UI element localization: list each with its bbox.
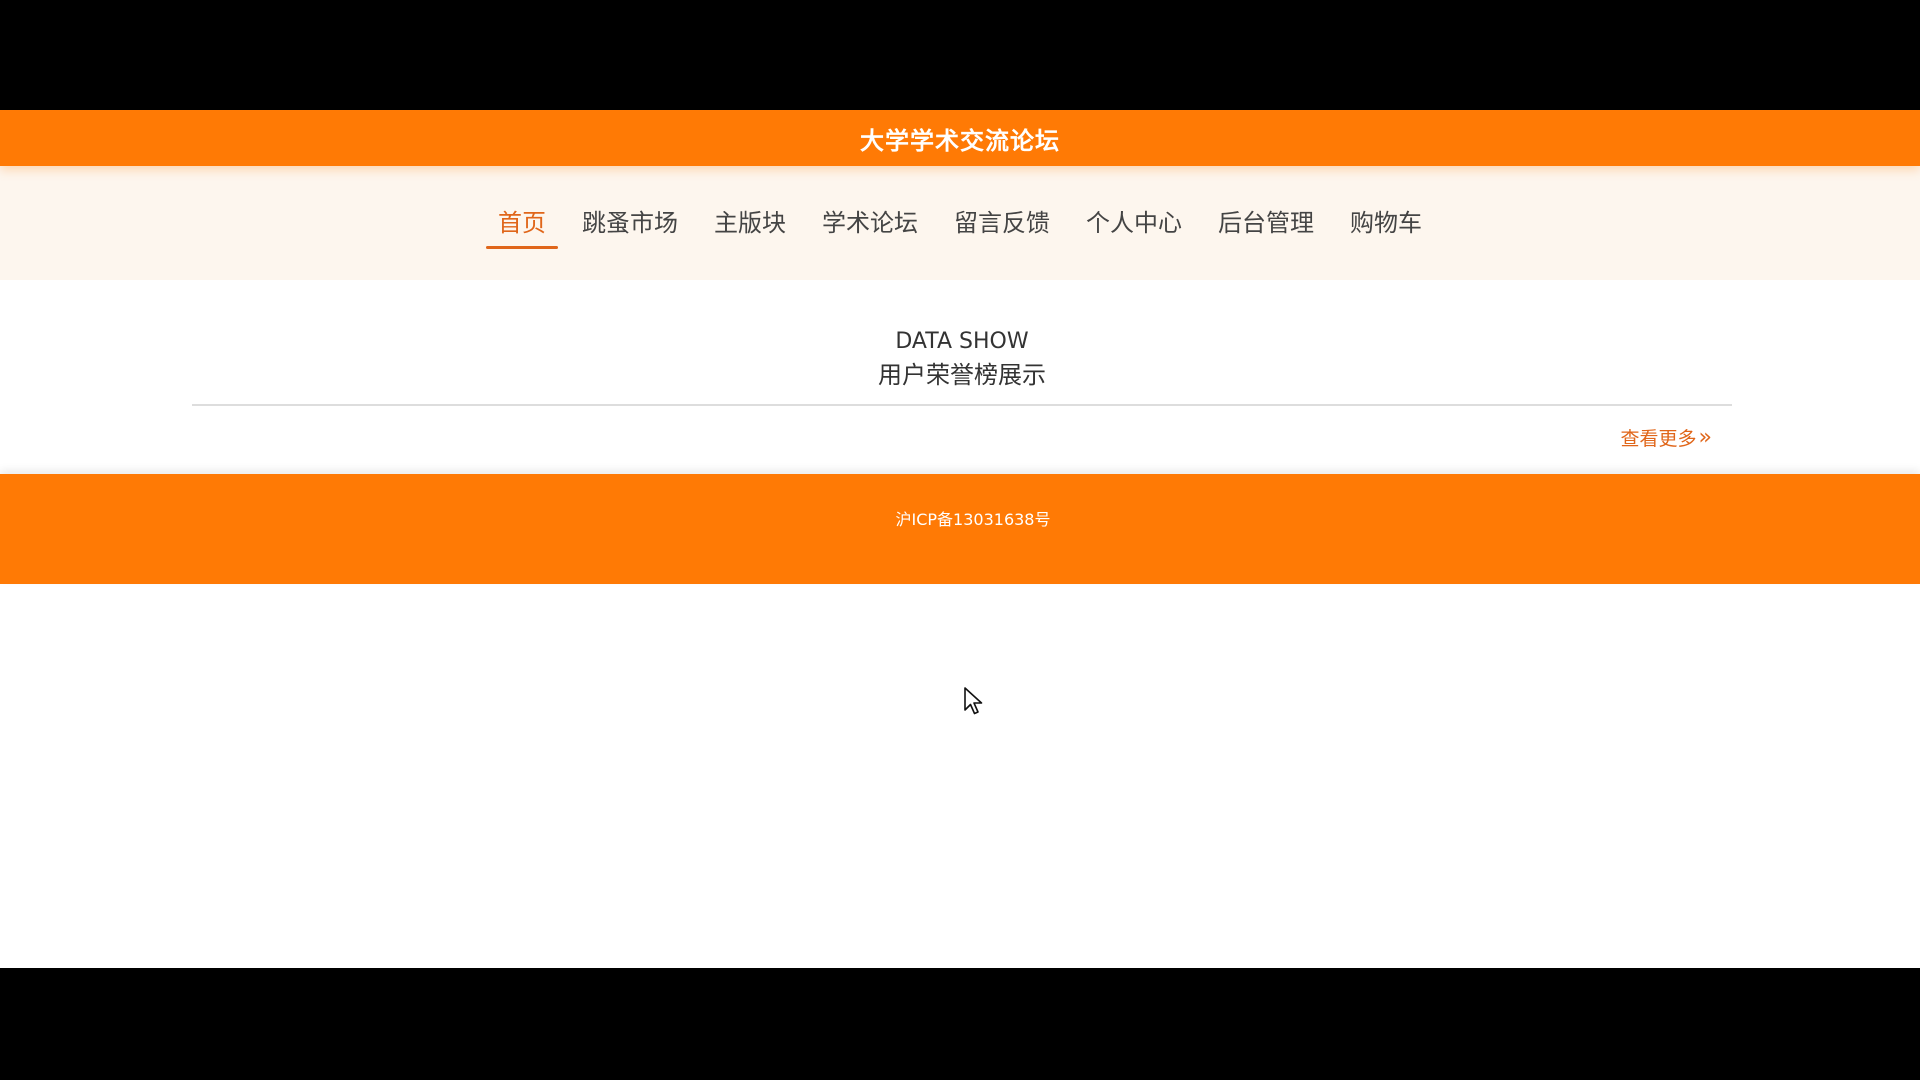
nav-item-label: 首页 [498, 209, 546, 237]
nav-item-feedback[interactable]: 留言反馈 [942, 199, 1062, 247]
section-title-en: DATA SHOW [895, 329, 1029, 354]
site-header: 大学学术交流论坛 [0, 110, 1920, 166]
nav-item-flea-market[interactable]: 跳蚤市场 [570, 199, 690, 247]
view-more-link[interactable]: 查看更多 » [1621, 424, 1712, 451]
nav-item-label: 主版块 [714, 209, 786, 237]
nav-item-label: 购物车 [1350, 209, 1422, 237]
browser-viewport: 大学学术交流论坛 首页 跳蚤市场 主版块 学术论坛 留言反馈 个人中心 后台管理… [0, 110, 1920, 968]
main-nav: 首页 跳蚤市场 主版块 学术论坛 留言反馈 个人中心 后台管理 购物车 [0, 166, 1920, 280]
nav-item-label: 后台管理 [1218, 209, 1314, 237]
nav-item-academic-forum[interactable]: 学术论坛 [810, 199, 930, 247]
nav-item-personal-center[interactable]: 个人中心 [1074, 199, 1194, 247]
section-divider [192, 404, 1732, 406]
nav-item-label: 学术论坛 [822, 209, 918, 237]
letterbox-bottom [0, 968, 1920, 1080]
nav-item-admin[interactable]: 后台管理 [1206, 199, 1326, 247]
icp-record: 沪ICP备13031638号 [895, 510, 1051, 529]
nav-item-label: 跳蚤市场 [582, 209, 678, 237]
section-title-cn: 用户荣誉榜展示 [878, 361, 1046, 389]
nav-item-cart[interactable]: 购物车 [1338, 199, 1434, 247]
nav-list: 首页 跳蚤市场 主版块 学术论坛 留言反馈 个人中心 后台管理 购物车 [0, 166, 1920, 280]
double-chevron-right-icon: » [1698, 424, 1712, 450]
nav-item-home[interactable]: 首页 [486, 199, 558, 249]
nav-item-label: 个人中心 [1086, 209, 1182, 237]
mouse-pointer-icon [964, 687, 983, 715]
site-footer: 沪ICP备13031638号 [0, 474, 1920, 584]
nav-item-main-board[interactable]: 主版块 [702, 199, 798, 247]
data-show-heading: DATA SHOW 用户荣誉榜展示 [192, 326, 1732, 392]
site-title: 大学学术交流论坛 [860, 126, 1060, 155]
nav-item-label: 留言反馈 [954, 209, 1050, 237]
letterbox-top [0, 0, 1920, 110]
view-more-label: 查看更多 [1620, 428, 1697, 450]
